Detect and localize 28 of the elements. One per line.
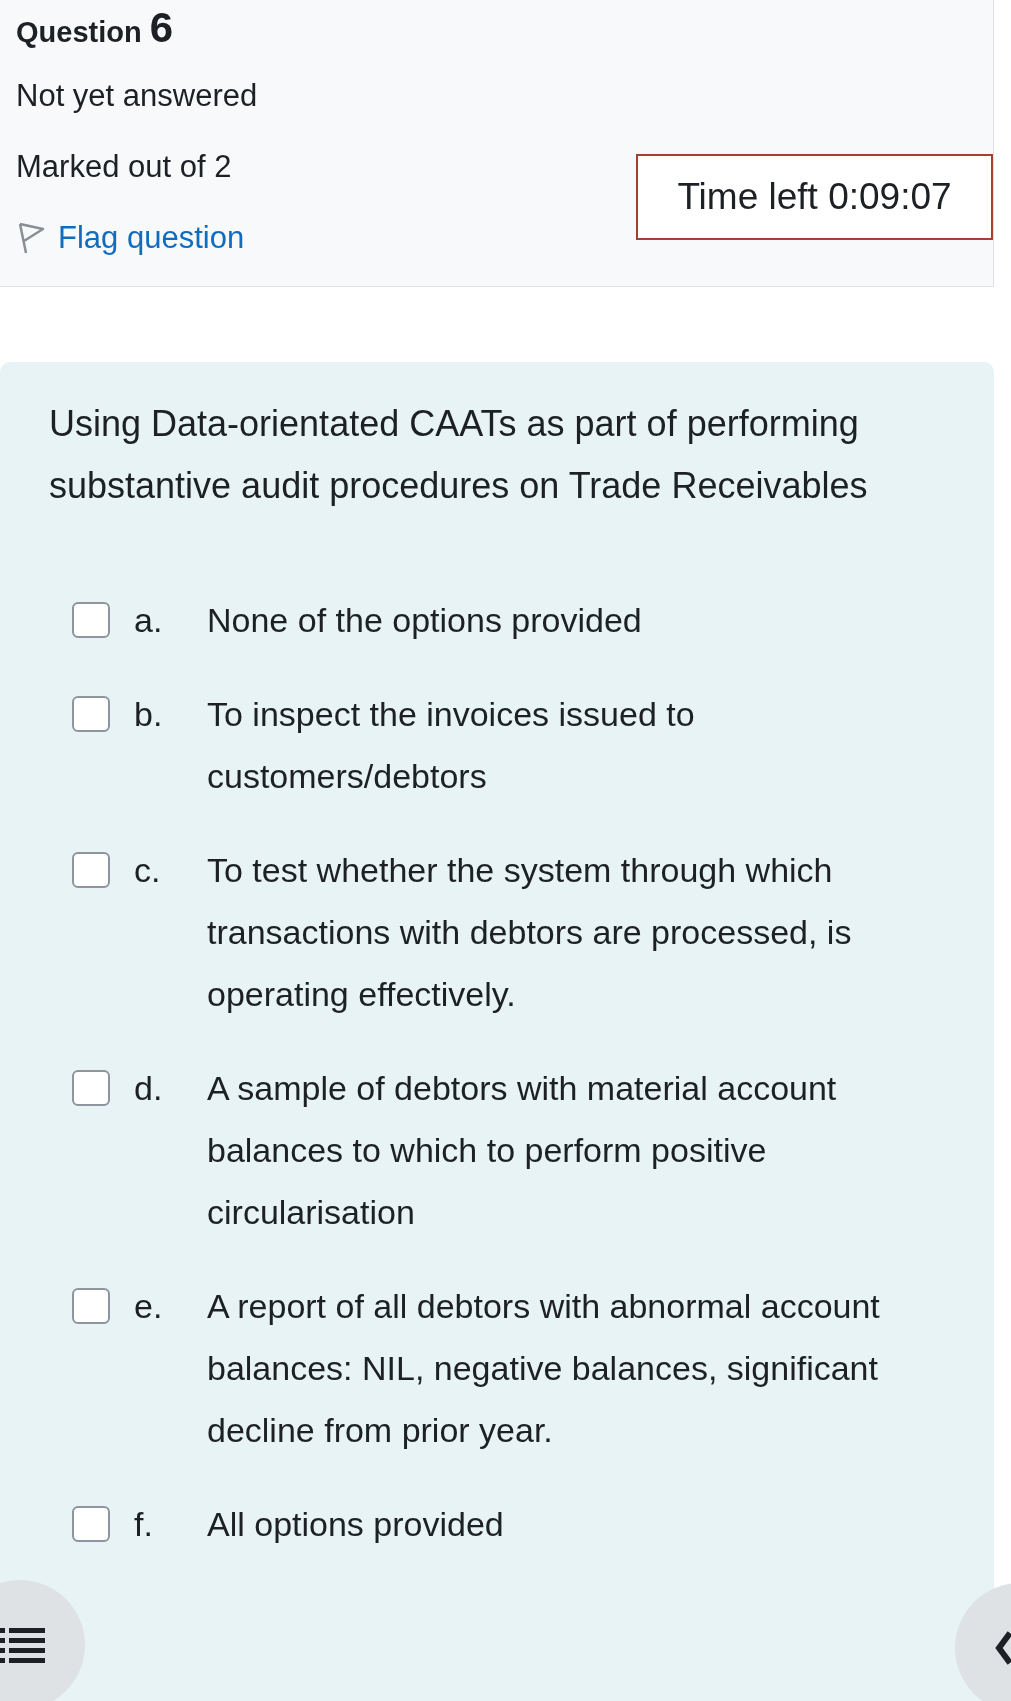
marks-text: Marked out of 2 (16, 148, 233, 186)
option-letter: e. (134, 1286, 164, 1327)
flag-icon[interactable] (16, 221, 46, 255)
checkbox[interactable] (72, 602, 110, 638)
checkbox[interactable] (72, 1506, 110, 1542)
option-letter: d. (134, 1068, 164, 1109)
checkbox[interactable] (72, 1070, 110, 1106)
chevron-left-icon (995, 1630, 1011, 1666)
question-number: 6 (149, 4, 174, 52)
option-text[interactable]: To test whether the system through which transactions with debtors are processed, is operating effectively. (207, 839, 942, 1025)
checkbox[interactable] (72, 696, 110, 732)
option-text[interactable]: None of the options provided (207, 589, 942, 651)
time-left-box: Time left 0:09:07 (636, 154, 993, 240)
checkbox[interactable] (72, 1288, 110, 1324)
option-text[interactable]: A report of all debtors with abnormal account balances: NIL, negative balances, significant decline from prior year. (207, 1275, 942, 1461)
list-icon (0, 1627, 45, 1663)
flag-question-link[interactable]: Flag question (58, 220, 245, 256)
option-letter: c. (134, 850, 162, 891)
question-text: Using Data-orientated CAATs as part of performing substantive audit procedures on Trade Receivables (49, 402, 869, 508)
checkbox[interactable] (72, 852, 110, 888)
option-text[interactable]: A sample of debtors with material account balances to which to perform positive circularisation (207, 1057, 942, 1243)
question-label: Question (16, 16, 142, 49)
option-letter: a. (134, 600, 164, 641)
option-letter: b. (134, 694, 164, 735)
option-text[interactable]: All options provided (207, 1493, 942, 1555)
option-letter: f. (134, 1504, 154, 1545)
answer-status: Not yet answered (16, 77, 258, 115)
option-text[interactable]: To inspect the invoices issued to customers/debtors (207, 683, 942, 807)
